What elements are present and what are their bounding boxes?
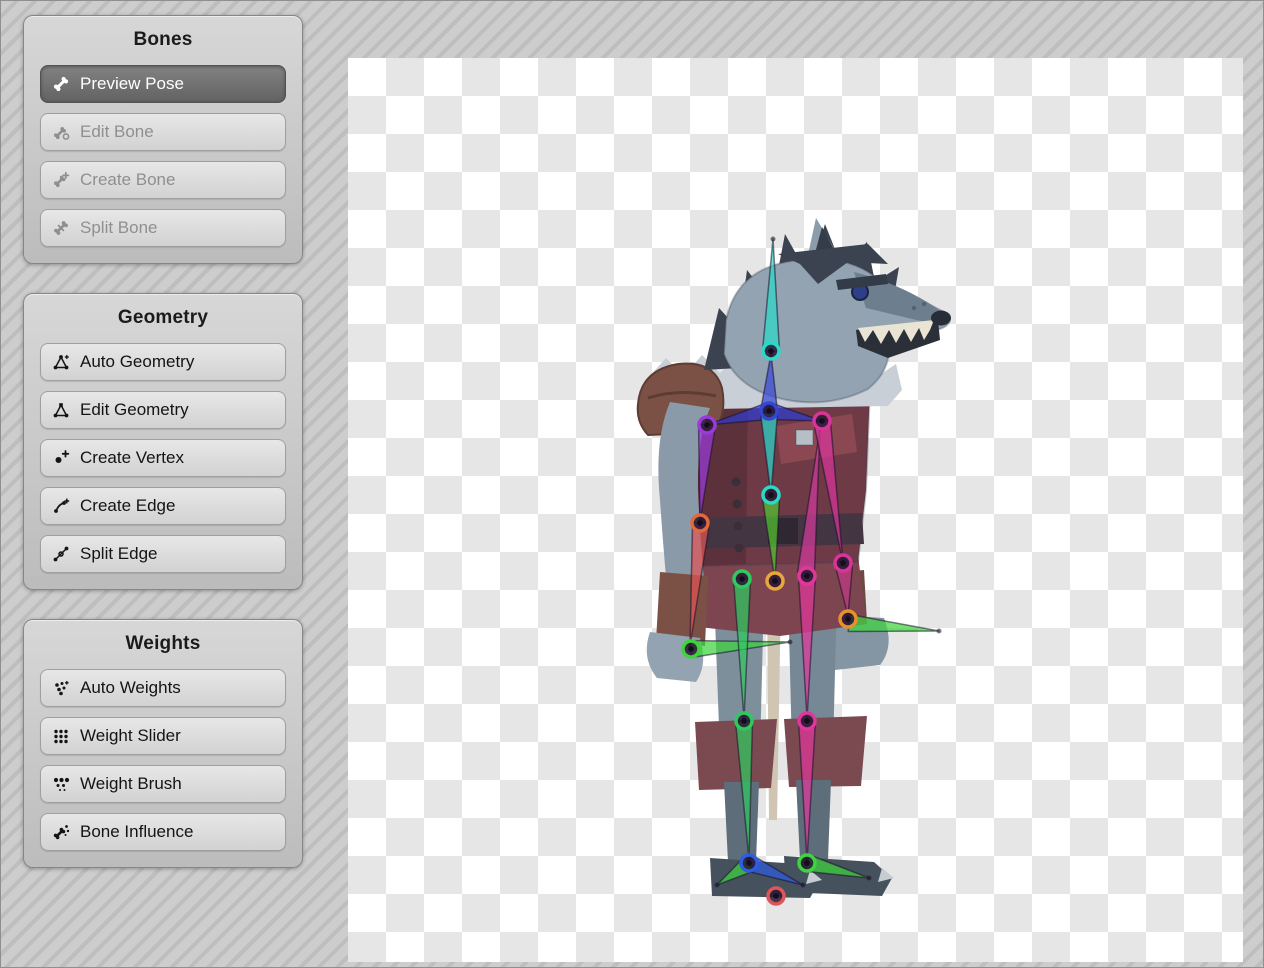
button-label: Auto Geometry bbox=[80, 352, 194, 372]
bone-tip bbox=[715, 883, 720, 888]
weight-brush-icon bbox=[51, 775, 71, 793]
rig-joint-center bbox=[688, 646, 694, 652]
bone-influence-button[interactable]: Bone Influence bbox=[40, 813, 286, 851]
create-vertex-button[interactable]: Create Vertex bbox=[40, 439, 286, 477]
panel-weights: Weights Auto Weights Weight Slider Weigh… bbox=[23, 619, 303, 868]
bone-tip bbox=[771, 237, 776, 242]
button-label: Bone Influence bbox=[80, 822, 193, 842]
split-bone-button[interactable]: Split Bone bbox=[40, 209, 286, 247]
auto-geometry-button[interactable]: Auto Geometry bbox=[40, 343, 286, 381]
button-label: Edit Bone bbox=[80, 122, 154, 142]
rig-joint-center bbox=[772, 578, 778, 584]
canvas[interactable] bbox=[348, 58, 1243, 962]
bone-tip bbox=[867, 876, 872, 881]
button-label: Split Bone bbox=[80, 218, 158, 238]
rig-joint-center bbox=[739, 576, 745, 582]
create-vertex-icon bbox=[51, 449, 71, 467]
bone-influence-icon bbox=[51, 823, 71, 841]
rig-joint-center bbox=[697, 520, 703, 526]
button-label: Create Vertex bbox=[80, 448, 184, 468]
create-bone-button[interactable]: Create Bone bbox=[40, 161, 286, 199]
rig-joint-center bbox=[746, 860, 752, 866]
rig-joint-center bbox=[819, 418, 825, 424]
preview-pose-button[interactable]: Preview Pose bbox=[40, 65, 286, 103]
create-bone-icon bbox=[51, 171, 71, 189]
split-edge-button[interactable]: Split Edge bbox=[40, 535, 286, 573]
rig-joint-center bbox=[804, 860, 810, 866]
auto-weights-icon bbox=[51, 679, 71, 697]
app-window: Bones Preview Pose Edit Bone Create Bone bbox=[0, 0, 1264, 968]
rig-joint-center bbox=[768, 492, 774, 498]
panel-title-weights: Weights bbox=[40, 633, 286, 655]
split-edge-icon bbox=[51, 545, 71, 563]
split-bone-icon bbox=[51, 219, 71, 237]
panel-bones: Bones Preview Pose Edit Bone Create Bone bbox=[23, 15, 303, 264]
create-edge-icon bbox=[51, 497, 71, 515]
bone-icon bbox=[51, 75, 71, 93]
weight-slider-button[interactable]: Weight Slider bbox=[40, 717, 286, 755]
panel-geometry: Geometry Auto Geometry Edit Geometry Cre… bbox=[23, 293, 303, 590]
rig-joint-center bbox=[773, 893, 779, 899]
auto-weights-button[interactable]: Auto Weights bbox=[40, 669, 286, 707]
weight-brush-button[interactable]: Weight Brush bbox=[40, 765, 286, 803]
edit-geometry-icon bbox=[51, 401, 71, 419]
edit-bone-button[interactable]: Edit Bone bbox=[40, 113, 286, 151]
button-label: Weight Brush bbox=[80, 774, 182, 794]
weight-slider-icon bbox=[51, 727, 71, 745]
scene-svg bbox=[348, 58, 1243, 962]
rig-joint-center bbox=[804, 573, 810, 579]
create-edge-button[interactable]: Create Edge bbox=[40, 487, 286, 525]
button-label: Auto Weights bbox=[80, 678, 181, 698]
rig-joint-center bbox=[845, 616, 851, 622]
edit-bone-icon bbox=[51, 123, 71, 141]
rig-joint-center bbox=[840, 560, 846, 566]
rig-joint-center bbox=[741, 718, 747, 724]
edit-geometry-button[interactable]: Edit Geometry bbox=[40, 391, 286, 429]
panel-title-geometry: Geometry bbox=[40, 307, 286, 329]
rig-joint-center bbox=[704, 422, 710, 428]
character-illustration bbox=[638, 218, 951, 898]
rig-joint-center bbox=[766, 408, 772, 414]
rig-joint-center bbox=[804, 718, 810, 724]
button-label: Create Bone bbox=[80, 170, 175, 190]
bone-tip bbox=[788, 640, 793, 645]
button-label: Edit Geometry bbox=[80, 400, 189, 420]
bone-tip bbox=[937, 629, 942, 634]
button-label: Split Edge bbox=[80, 544, 158, 564]
auto-geometry-icon bbox=[51, 353, 71, 371]
rig-joint-center bbox=[768, 348, 774, 354]
panel-title-bones: Bones bbox=[40, 29, 286, 51]
button-label: Preview Pose bbox=[80, 74, 184, 94]
button-label: Create Edge bbox=[80, 496, 175, 516]
bone-tip bbox=[801, 883, 806, 888]
bone-hand-right[interactable] bbox=[848, 615, 939, 632]
button-label: Weight Slider bbox=[80, 726, 181, 746]
